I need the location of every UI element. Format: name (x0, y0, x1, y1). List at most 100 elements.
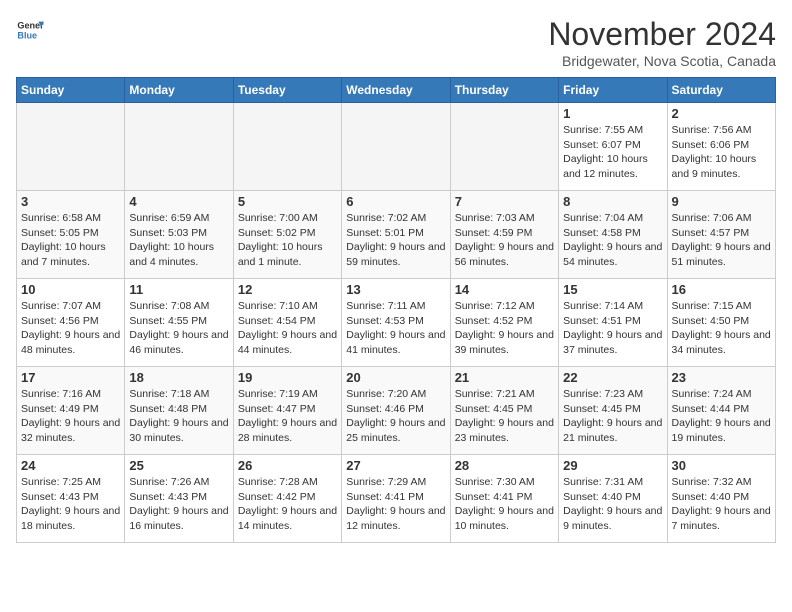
day-number: 15 (563, 282, 662, 297)
day-cell: 24Sunrise: 7:25 AM Sunset: 4:43 PM Dayli… (17, 455, 125, 543)
day-info: Sunrise: 7:08 AM Sunset: 4:55 PM Dayligh… (129, 299, 228, 358)
day-number: 29 (563, 458, 662, 473)
day-number: 6 (346, 194, 445, 209)
weekday-header-row: SundayMondayTuesdayWednesdayThursdayFrid… (17, 78, 776, 103)
day-cell: 2Sunrise: 7:56 AM Sunset: 6:06 PM Daylig… (667, 103, 775, 191)
day-number: 21 (455, 370, 554, 385)
day-number: 7 (455, 194, 554, 209)
month-title: November 2024 (548, 16, 776, 53)
day-cell: 23 Sunrise: 7:24 AM Sunset: 4:44 PM Dayli… (667, 367, 775, 455)
weekday-header-sunday: Sunday (17, 78, 125, 103)
day-number: 27 (346, 458, 445, 473)
day-info: Sunrise: 7:32 AM Sunset: 4:40 PM Dayligh… (672, 475, 771, 534)
day-cell: 17 Sunrise: 7:16 AM Sunset: 4:49 PM Dayli… (17, 367, 125, 455)
weekday-header-monday: Monday (125, 78, 233, 103)
day-info: Sunrise: 7:12 AM Sunset: 4:52 PM Dayligh… (455, 299, 554, 358)
day-number: 8 (563, 194, 662, 209)
day-info: Sunrise: 7:23 AM Sunset: 4:45 PM Dayligh… (563, 387, 662, 446)
weekday-header-wednesday: Wednesday (342, 78, 450, 103)
day-info: Sunrise: 7:26 AM Sunset: 4:43 PM Dayligh… (129, 475, 228, 534)
day-cell: 19 Sunrise: 7:19 AM Sunset: 4:47 PM Dayli… (233, 367, 341, 455)
day-cell: 27 Sunrise: 7:29 AM Sunset: 4:41 PM Dayli… (342, 455, 450, 543)
day-cell: 15 Sunrise: 7:14 AM Sunset: 4:51 PM Dayli… (559, 279, 667, 367)
day-number: 19 (238, 370, 337, 385)
day-number: 30 (672, 458, 771, 473)
day-cell: 28Sunrise: 7:30 AM Sunset: 4:41 PM Dayli… (450, 455, 558, 543)
day-number: 17 (21, 370, 120, 385)
day-number: 23 (672, 370, 771, 385)
day-cell: 13 Sunrise: 7:11 AM Sunset: 4:53 PM Dayli… (342, 279, 450, 367)
day-cell: 21Sunrise: 7:21 AM Sunset: 4:45 PM Dayli… (450, 367, 558, 455)
day-cell: 3 Sunrise: 6:58 AM Sunset: 5:05 PM Daylig… (17, 191, 125, 279)
day-info: Sunrise: 7:29 AM Sunset: 4:41 PM Dayligh… (346, 475, 445, 534)
week-row-2: 3 Sunrise: 6:58 AM Sunset: 5:05 PM Daylig… (17, 191, 776, 279)
day-number: 2 (672, 106, 771, 121)
day-number: 26 (238, 458, 337, 473)
day-info: Sunrise: 7:04 AM Sunset: 4:58 PM Dayligh… (563, 211, 662, 270)
day-cell: 4 Sunrise: 6:59 AM Sunset: 5:03 PM Daylig… (125, 191, 233, 279)
day-info: Sunrise: 6:58 AM Sunset: 5:05 PM Dayligh… (21, 211, 120, 270)
day-info: Sunrise: 7:00 AM Sunset: 5:02 PM Dayligh… (238, 211, 337, 270)
day-number: 14 (455, 282, 554, 297)
day-cell: 30 Sunrise: 7:32 AM Sunset: 4:40 PM Dayli… (667, 455, 775, 543)
day-info: Sunrise: 7:18 AM Sunset: 4:48 PM Dayligh… (129, 387, 228, 446)
day-info: Sunrise: 7:16 AM Sunset: 4:49 PM Dayligh… (21, 387, 120, 446)
day-number: 1 (563, 106, 662, 121)
day-cell (342, 103, 450, 191)
day-number: 9 (672, 194, 771, 209)
day-number: 12 (238, 282, 337, 297)
day-number: 13 (346, 282, 445, 297)
day-cell: 11 Sunrise: 7:08 AM Sunset: 4:55 PM Dayli… (125, 279, 233, 367)
day-cell: 25 Sunrise: 7:26 AM Sunset: 4:43 PM Dayli… (125, 455, 233, 543)
day-info: Sunrise: 7:55 AM Sunset: 6:07 PM Dayligh… (563, 123, 662, 182)
day-cell: 20 Sunrise: 7:20 AM Sunset: 4:46 PM Dayli… (342, 367, 450, 455)
day-info: Sunrise: 6:59 AM Sunset: 5:03 PM Dayligh… (129, 211, 228, 270)
day-info: Sunrise: 7:14 AM Sunset: 4:51 PM Dayligh… (563, 299, 662, 358)
day-info: Sunrise: 7:24 AM Sunset: 4:44 PM Dayligh… (672, 387, 771, 446)
day-number: 11 (129, 282, 228, 297)
day-number: 16 (672, 282, 771, 297)
day-cell: 14 Sunrise: 7:12 AM Sunset: 4:52 PM Dayli… (450, 279, 558, 367)
calendar-table: SundayMondayTuesdayWednesdayThursdayFrid… (16, 77, 776, 543)
day-cell: 10Sunrise: 7:07 AM Sunset: 4:56 PM Dayli… (17, 279, 125, 367)
week-row-3: 10Sunrise: 7:07 AM Sunset: 4:56 PM Dayli… (17, 279, 776, 367)
day-number: 18 (129, 370, 228, 385)
week-row-5: 24Sunrise: 7:25 AM Sunset: 4:43 PM Dayli… (17, 455, 776, 543)
weekday-header-friday: Friday (559, 78, 667, 103)
day-number: 3 (21, 194, 120, 209)
day-info: Sunrise: 7:19 AM Sunset: 4:47 PM Dayligh… (238, 387, 337, 446)
day-number: 22 (563, 370, 662, 385)
day-info: Sunrise: 7:31 AM Sunset: 4:40 PM Dayligh… (563, 475, 662, 534)
week-row-4: 17 Sunrise: 7:16 AM Sunset: 4:49 PM Dayli… (17, 367, 776, 455)
day-cell: 29 Sunrise: 7:31 AM Sunset: 4:40 PM Dayli… (559, 455, 667, 543)
day-cell: 12 Sunrise: 7:10 AM Sunset: 4:54 PM Dayli… (233, 279, 341, 367)
day-info: Sunrise: 7:28 AM Sunset: 4:42 PM Dayligh… (238, 475, 337, 534)
day-info: Sunrise: 7:11 AM Sunset: 4:53 PM Dayligh… (346, 299, 445, 358)
day-number: 25 (129, 458, 228, 473)
weekday-header-tuesday: Tuesday (233, 78, 341, 103)
day-info: Sunrise: 7:30 AM Sunset: 4:41 PM Dayligh… (455, 475, 554, 534)
day-cell (17, 103, 125, 191)
day-info: Sunrise: 7:20 AM Sunset: 4:46 PM Dayligh… (346, 387, 445, 446)
weekday-header-saturday: Saturday (667, 78, 775, 103)
day-cell (450, 103, 558, 191)
day-cell: 22 Sunrise: 7:23 AM Sunset: 4:45 PM Dayli… (559, 367, 667, 455)
day-cell: 16 Sunrise: 7:15 AM Sunset: 4:50 PM Dayli… (667, 279, 775, 367)
week-row-1: 1 Sunrise: 7:55 AM Sunset: 6:07 PM Daylig… (17, 103, 776, 191)
day-number: 4 (129, 194, 228, 209)
day-cell: 1 Sunrise: 7:55 AM Sunset: 6:07 PM Daylig… (559, 103, 667, 191)
day-number: 20 (346, 370, 445, 385)
day-info: Sunrise: 7:10 AM Sunset: 4:54 PM Dayligh… (238, 299, 337, 358)
day-number: 5 (238, 194, 337, 209)
logo: General Blue (16, 16, 44, 44)
day-cell (233, 103, 341, 191)
day-info: Sunrise: 7:02 AM Sunset: 5:01 PM Dayligh… (346, 211, 445, 270)
day-cell: 6 Sunrise: 7:02 AM Sunset: 5:01 PM Daylig… (342, 191, 450, 279)
day-info: Sunrise: 7:15 AM Sunset: 4:50 PM Dayligh… (672, 299, 771, 358)
day-number: 10 (21, 282, 120, 297)
weekday-header-thursday: Thursday (450, 78, 558, 103)
svg-text:Blue: Blue (17, 30, 37, 40)
title-block: November 2024 Bridgewater, Nova Scotia, … (548, 16, 776, 69)
day-cell: 5 Sunrise: 7:00 AM Sunset: 5:02 PM Daylig… (233, 191, 341, 279)
day-number: 24 (21, 458, 120, 473)
